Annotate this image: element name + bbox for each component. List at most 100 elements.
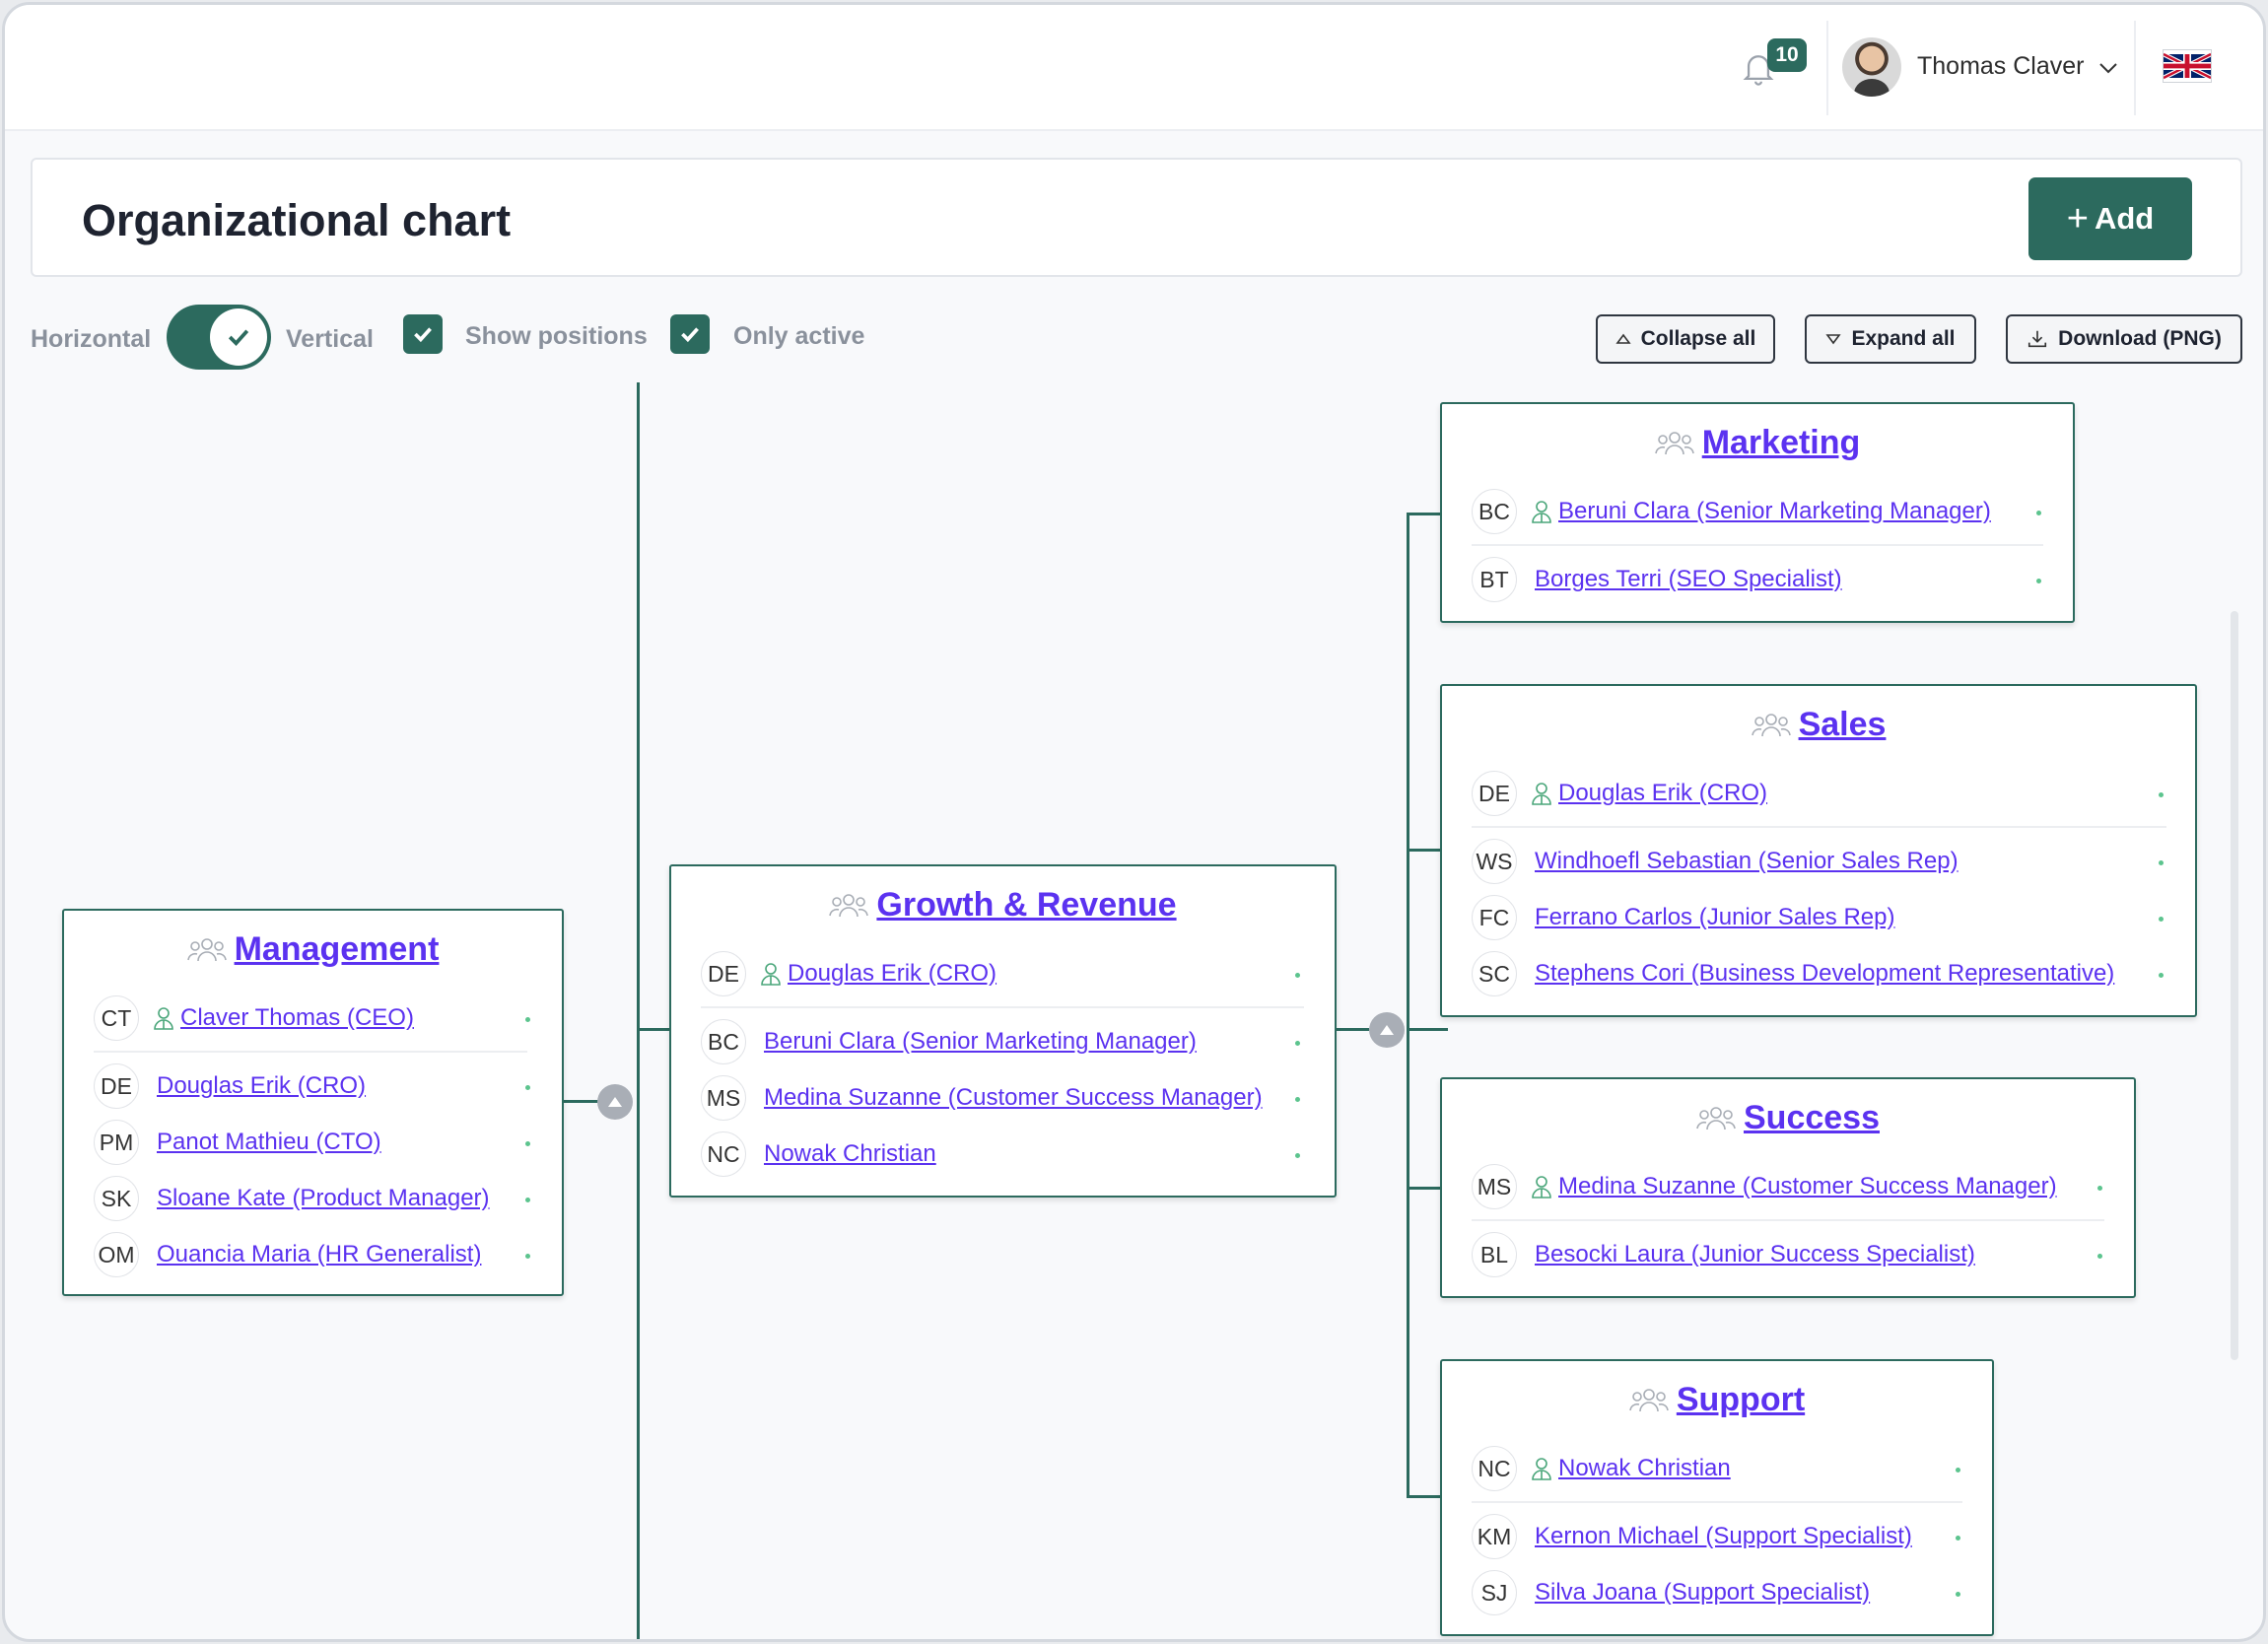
connector-line bbox=[639, 1028, 672, 1031]
show-positions-checkbox[interactable] bbox=[403, 314, 443, 354]
only-active-checkbox[interactable] bbox=[670, 314, 710, 354]
department-title[interactable]: Success bbox=[1744, 1099, 1880, 1137]
manager-icon bbox=[154, 1007, 173, 1030]
member-row: PM Panot Mathieu (CTO) bbox=[94, 1120, 381, 1165]
member-row: BC Beruni Clara (Senior Marketing Manage… bbox=[1472, 489, 1991, 534]
app-window: 10 Thomas Claver Organizational chart + … bbox=[2, 2, 2266, 1642]
member-link[interactable]: Douglas Erik (CRO) bbox=[788, 960, 997, 988]
member-initials: NC bbox=[1472, 1446, 1517, 1491]
node-header: Support bbox=[1442, 1381, 1992, 1419]
member-link[interactable]: Ouancia Maria (HR Generalist) bbox=[157, 1241, 481, 1268]
member-link[interactable]: Silva Joana (Support Specialist) bbox=[1535, 1579, 1870, 1607]
member-link[interactable]: Beruni Clara (Senior Marketing Manager) bbox=[1558, 498, 1991, 525]
node-header: Growth & Revenue bbox=[671, 886, 1335, 925]
expand-all-button[interactable]: Expand all bbox=[1805, 314, 1976, 364]
member-initials: BT bbox=[1472, 557, 1517, 602]
collapse-all-button[interactable]: Collapse all bbox=[1596, 314, 1775, 364]
member-link[interactable]: Borges Terri (SEO Specialist) bbox=[1535, 566, 1842, 593]
member-initials: NC bbox=[701, 1131, 746, 1177]
node-sales: Sales DE Douglas Erik (CRO) WS Windhoefl… bbox=[1440, 684, 2197, 1017]
active-dot bbox=[2036, 511, 2041, 515]
member-initials: BC bbox=[1472, 489, 1517, 534]
member-link[interactable]: Douglas Erik (CRO) bbox=[157, 1072, 366, 1100]
download-icon bbox=[2028, 330, 2047, 348]
department-title[interactable]: Support bbox=[1677, 1381, 1805, 1419]
member-initials: BL bbox=[1472, 1232, 1517, 1277]
manager-icon bbox=[1532, 783, 1551, 805]
check-icon bbox=[681, 327, 699, 343]
member-row: SJ Silva Joana (Support Specialist) bbox=[1472, 1570, 1870, 1615]
member-row: NC Nowak Christian bbox=[701, 1131, 936, 1177]
page-title: Organizational chart bbox=[82, 195, 512, 245]
member-row: NC Nowak Christian bbox=[1472, 1446, 1731, 1491]
active-dot bbox=[2097, 1254, 2102, 1259]
collapse-toggle[interactable] bbox=[597, 1084, 633, 1120]
active-dot bbox=[2159, 973, 2164, 978]
avatar[interactable] bbox=[1842, 37, 1901, 97]
member-link[interactable]: Ferrano Carlos (Junior Sales Rep) bbox=[1535, 904, 1894, 931]
active-dot bbox=[525, 1085, 530, 1090]
uk-flag-icon[interactable] bbox=[2163, 49, 2212, 83]
member-initials: SJ bbox=[1472, 1570, 1517, 1615]
member-link[interactable]: Besocki Laura (Junior Success Specialist… bbox=[1535, 1241, 1975, 1268]
connector-line bbox=[1409, 1028, 1448, 1031]
member-link[interactable]: Windhoefl Sebastian (Senior Sales Rep) bbox=[1535, 848, 1959, 875]
member-row: KM Kernon Michael (Support Specialist) bbox=[1472, 1514, 1912, 1559]
active-dot bbox=[1956, 1592, 1960, 1597]
collapse-all-label: Collapse all bbox=[1640, 327, 1756, 350]
team-icon bbox=[1654, 431, 1694, 454]
member-link[interactable]: Medina Suzanne (Customer Success Manager… bbox=[1558, 1173, 2057, 1200]
department-title[interactable]: Marketing bbox=[1702, 424, 1861, 462]
member-link[interactable]: Panot Mathieu (CTO) bbox=[157, 1129, 381, 1156]
horizontal-label: Horizontal bbox=[31, 325, 152, 353]
department-title[interactable]: Management bbox=[235, 930, 440, 969]
plus-icon: + bbox=[2066, 198, 2089, 240]
active-dot bbox=[1956, 1468, 1960, 1473]
department-title[interactable]: Sales bbox=[1799, 706, 1887, 744]
download-png-button[interactable]: Download (PNG) bbox=[2006, 314, 2242, 364]
active-dot bbox=[525, 1198, 530, 1202]
member-initials: PM bbox=[94, 1120, 139, 1165]
member-link[interactable]: Douglas Erik (CRO) bbox=[1558, 780, 1767, 807]
department-title[interactable]: Growth & Revenue bbox=[876, 886, 1176, 925]
member-row: DE Douglas Erik (CRO) bbox=[1472, 771, 1767, 816]
active-dot bbox=[2159, 917, 2164, 922]
scrollbar[interactable] bbox=[2231, 611, 2238, 1360]
member-link[interactable]: Nowak Christian bbox=[764, 1140, 936, 1168]
user-name[interactable]: Thomas Claver bbox=[1917, 52, 2085, 81]
connector-line bbox=[1407, 1187, 1440, 1190]
member-initials: SK bbox=[94, 1176, 139, 1221]
member-row: BT Borges Terri (SEO Specialist) bbox=[1472, 557, 1842, 602]
active-dot bbox=[2159, 792, 2164, 797]
member-link[interactable]: Medina Suzanne (Customer Success Manager… bbox=[764, 1084, 1263, 1112]
member-link[interactable]: Kernon Michael (Support Specialist) bbox=[1535, 1523, 1912, 1550]
team-icon bbox=[1751, 713, 1791, 736]
divider bbox=[1472, 826, 2166, 828]
connector-line bbox=[1407, 1495, 1440, 1498]
chevron-down-icon[interactable] bbox=[2096, 56, 2120, 80]
member-row: WS Windhoefl Sebastian (Senior Sales Rep… bbox=[1472, 839, 1959, 884]
team-icon bbox=[1629, 1388, 1669, 1411]
member-initials: DE bbox=[701, 951, 746, 996]
node-header: Management bbox=[64, 930, 562, 969]
member-link[interactable]: Sloane Kate (Product Manager) bbox=[157, 1185, 490, 1212]
member-initials: MS bbox=[1472, 1164, 1517, 1209]
node-header: Success bbox=[1442, 1099, 2134, 1137]
triangle-down-icon bbox=[1825, 334, 1842, 345]
expand-all-label: Expand all bbox=[1851, 327, 1956, 350]
member-link[interactable]: Stephens Cori (Business Development Repr… bbox=[1535, 960, 2114, 988]
node-header: Sales bbox=[1442, 706, 2195, 744]
member-link[interactable]: Beruni Clara (Senior Marketing Manager) bbox=[764, 1028, 1197, 1056]
member-link[interactable]: Claver Thomas (CEO) bbox=[180, 1004, 414, 1032]
active-dot bbox=[2036, 579, 2041, 583]
member-link[interactable]: Nowak Christian bbox=[1558, 1455, 1731, 1482]
add-button[interactable]: + Add bbox=[2028, 177, 2192, 260]
orientation-toggle[interactable] bbox=[167, 305, 271, 370]
collapse-toggle[interactable] bbox=[1369, 1012, 1405, 1048]
connector-line bbox=[1407, 513, 1409, 1498]
connector-line bbox=[637, 382, 640, 1639]
member-row: FC Ferrano Carlos (Junior Sales Rep) bbox=[1472, 895, 1894, 940]
member-row: BC Beruni Clara (Senior Marketing Manage… bbox=[701, 1019, 1197, 1064]
divider bbox=[1472, 1219, 2104, 1221]
triangle-up-icon bbox=[1615, 333, 1631, 344]
